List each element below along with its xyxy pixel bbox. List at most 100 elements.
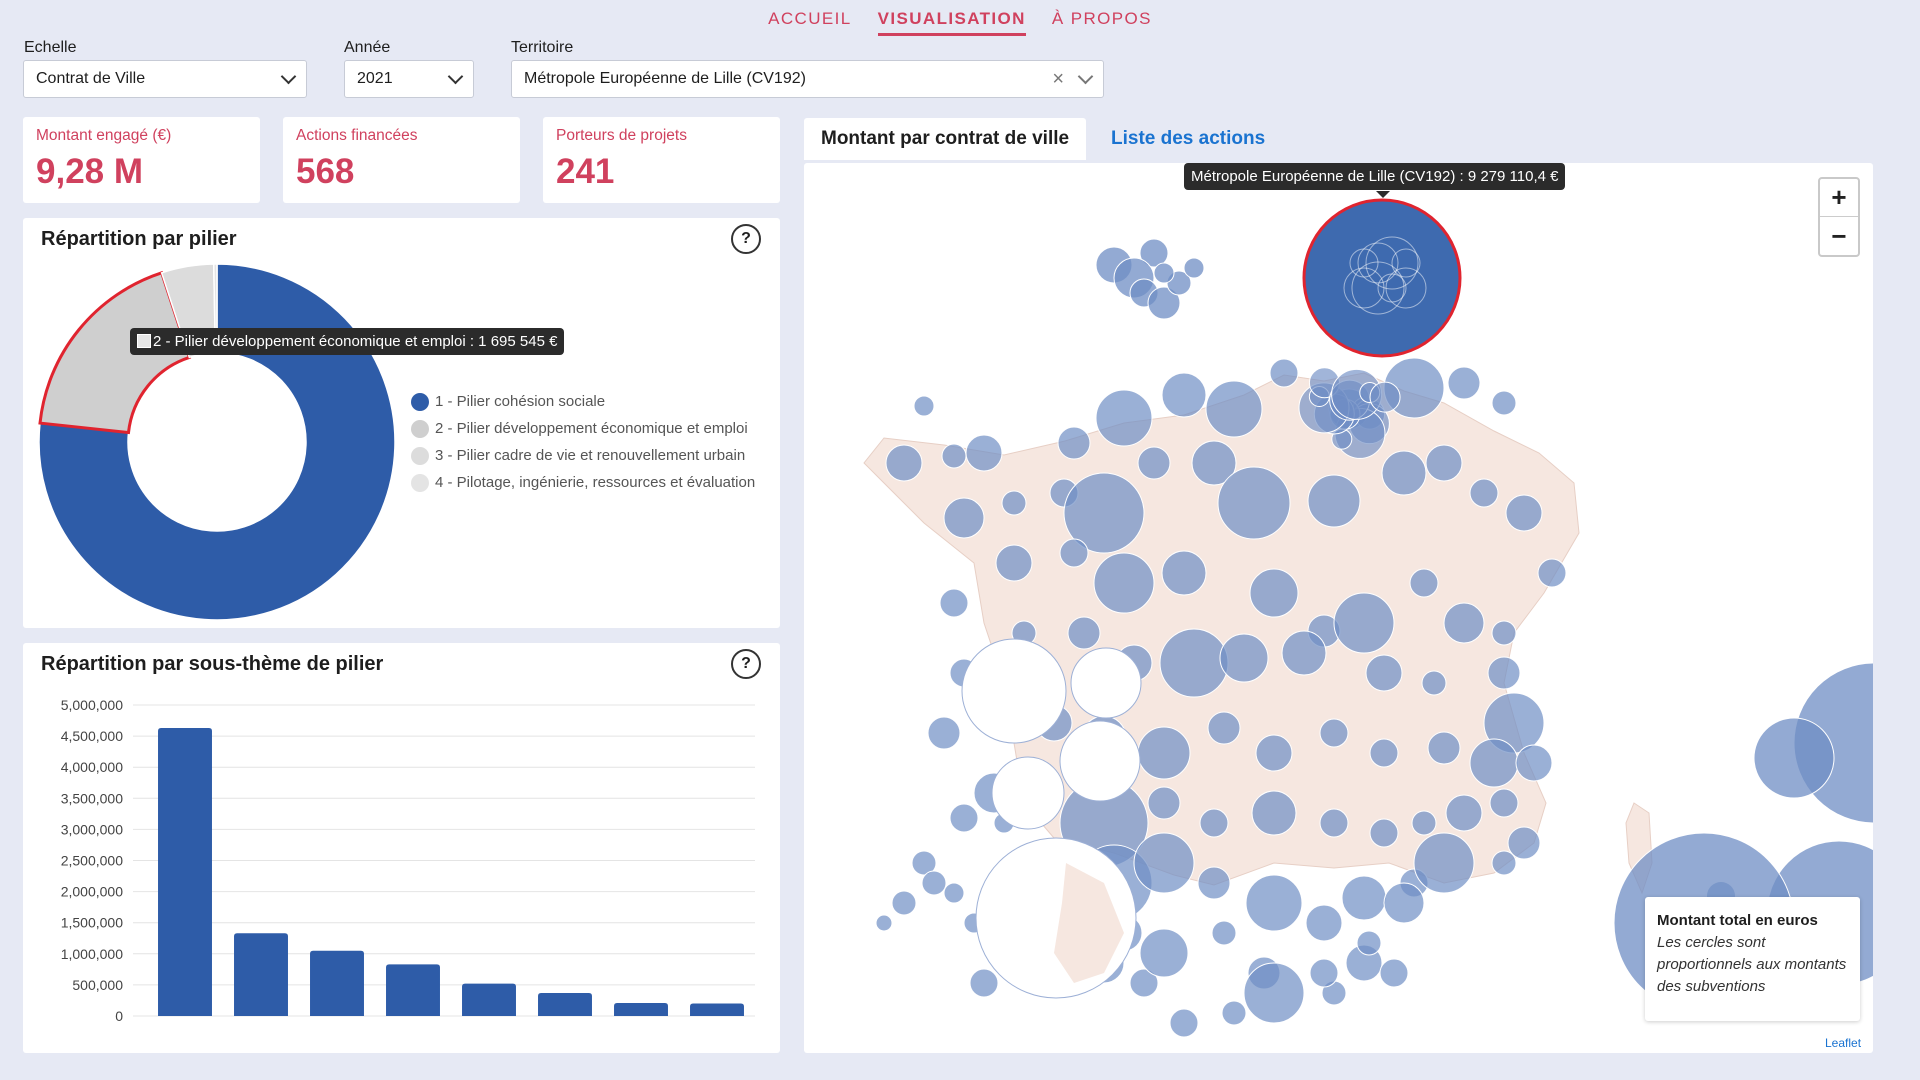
map-bubble[interactable]: [1243, 962, 1305, 1024]
map-bubble[interactable]: [1319, 808, 1349, 838]
bar[interactable]: [234, 933, 288, 1016]
nav-visualisation[interactable]: VISUALISATION: [877, 9, 1026, 36]
tab-montant-contrat[interactable]: Montant par contrat de ville: [804, 118, 1087, 160]
bar[interactable]: [538, 992, 592, 1016]
map-bubble[interactable]: [1365, 654, 1403, 692]
legend-item[interactable]: 1 - Pilier cohésion sociale: [411, 388, 775, 415]
map-bubble[interactable]: [1469, 738, 1519, 788]
map-bubble[interactable]: [1356, 930, 1382, 956]
map-bubble[interactable]: [1133, 832, 1195, 894]
map-bubble[interactable]: [927, 716, 961, 750]
map-bubble[interactable]: [1411, 810, 1437, 836]
map-bubble[interactable]: [1147, 786, 1181, 820]
bar[interactable]: [462, 983, 516, 1016]
map-bubble[interactable]: [1137, 446, 1171, 480]
map-bubble[interactable]: [1139, 928, 1189, 978]
map-bubble[interactable]: [1505, 494, 1543, 532]
bar[interactable]: [310, 950, 364, 1016]
chevron-down-icon[interactable]: [1077, 68, 1094, 84]
bar[interactable]: [158, 728, 212, 1016]
map-bubble[interactable]: [1249, 568, 1299, 618]
map-bubble[interactable]: [1207, 711, 1241, 745]
map-bubble[interactable]: [1421, 670, 1447, 696]
map-bubble[interactable]: [1381, 450, 1427, 496]
map-bubble[interactable]: [1067, 616, 1101, 650]
map-bubble[interactable]: [1443, 602, 1485, 644]
bar[interactable]: [690, 1003, 744, 1016]
map-bubble[interactable]: [1255, 734, 1293, 772]
map-bubble[interactable]: [921, 870, 947, 896]
map-bubble[interactable]: [1251, 790, 1297, 836]
annee-select[interactable]: 2021: [344, 60, 474, 98]
map-bubble[interactable]: [1447, 366, 1481, 400]
map-bubble[interactable]: [1487, 656, 1521, 690]
map-bubble[interactable]: [939, 588, 969, 618]
map-bubble[interactable]: [1221, 1000, 1247, 1026]
map-bubble[interactable]: [1427, 731, 1461, 765]
leaflet-attribution[interactable]: Leaflet: [1825, 1036, 1861, 1050]
map-bubble[interactable]: [1753, 717, 1835, 799]
map-bubble[interactable]: [1057, 426, 1091, 460]
map-bubble[interactable]: [1199, 808, 1229, 838]
nav-a-propos[interactable]: À PROPOS: [1052, 9, 1152, 36]
map-bubble[interactable]: [1445, 794, 1483, 832]
map-bubble[interactable]: [1305, 904, 1343, 942]
map-bubble[interactable]: [941, 443, 967, 469]
map-bubble[interactable]: [1307, 474, 1361, 528]
map-bubble[interactable]: [1413, 832, 1475, 894]
bar[interactable]: [386, 964, 440, 1016]
map-bubble[interactable]: [885, 444, 923, 482]
map-bubble[interactable]: [875, 914, 893, 932]
bar[interactable]: [614, 1002, 668, 1016]
map-bubble[interactable]: [943, 497, 985, 539]
map-bubble[interactable]: [1161, 372, 1207, 418]
map-bubble[interactable]: [1205, 380, 1263, 438]
map-bubble[interactable]: [1319, 718, 1349, 748]
map-bubble[interactable]: [1309, 958, 1339, 988]
legend-item[interactable]: 4 - Pilotage, ingénierie, ressources et …: [411, 469, 775, 496]
map-bubble[interactable]: [1217, 466, 1291, 540]
map-bubble[interactable]: [969, 968, 999, 998]
echelle-select[interactable]: Contrat de Ville: [23, 60, 307, 98]
map-bubble[interactable]: [1425, 444, 1463, 482]
map-bubble[interactable]: [1491, 850, 1517, 876]
map-bubble[interactable]: [1341, 875, 1387, 921]
map-bubble[interactable]: [1537, 558, 1567, 588]
map-bubble[interactable]: [1219, 633, 1269, 683]
map-bubble[interactable]: [913, 395, 935, 417]
map-bubble[interactable]: [1383, 882, 1425, 924]
legend-item[interactable]: 2 - Pilier développement économique et e…: [411, 415, 775, 442]
map-bubble[interactable]: [1153, 262, 1175, 284]
nav-accueil[interactable]: ACCUEIL: [768, 9, 852, 36]
map-bubble[interactable]: [965, 434, 1003, 472]
map-bubble[interactable]: [949, 803, 979, 833]
map-bubble[interactable]: [1379, 958, 1409, 988]
legend-item[interactable]: 3 - Pilier cadre de vie et renouvellemen…: [411, 442, 775, 469]
clear-icon[interactable]: ×: [1052, 69, 1064, 89]
tab-liste-actions[interactable]: Liste des actions: [1111, 128, 1265, 150]
map-bubble[interactable]: [1001, 490, 1027, 516]
map-bubble[interactable]: [1269, 358, 1299, 388]
map-bubble[interactable]: [1491, 390, 1517, 416]
map-bubble[interactable]: [943, 882, 965, 904]
zoom-out-button[interactable]: −: [1820, 217, 1858, 255]
map-bubble[interactable]: [1469, 478, 1499, 508]
map-bubble[interactable]: [1333, 592, 1395, 654]
map-bubble[interactable]: [1169, 1008, 1199, 1038]
map-bubble[interactable]: [1369, 381, 1401, 413]
territoire-select[interactable]: Métropole Européenne de Lille (CV192) ×: [511, 60, 1104, 98]
map-bubble[interactable]: [1197, 866, 1231, 900]
map-bubble[interactable]: [1489, 788, 1519, 818]
map-bubble[interactable]: [1183, 257, 1205, 279]
map-bubble[interactable]: [1245, 874, 1303, 932]
map-bubble[interactable]: [995, 544, 1033, 582]
map-bubble[interactable]: [1161, 550, 1207, 596]
map-bubble[interactable]: [1281, 630, 1327, 676]
map-bubble[interactable]: [1159, 628, 1229, 698]
map-bubble[interactable]: [1491, 620, 1517, 646]
map-bubble[interactable]: [1409, 568, 1439, 598]
map-bubble[interactable]: [1059, 538, 1089, 568]
map-bubble[interactable]: [1369, 818, 1399, 848]
map-bubble[interactable]: [891, 890, 917, 916]
map-bubble[interactable]: [1211, 920, 1237, 946]
